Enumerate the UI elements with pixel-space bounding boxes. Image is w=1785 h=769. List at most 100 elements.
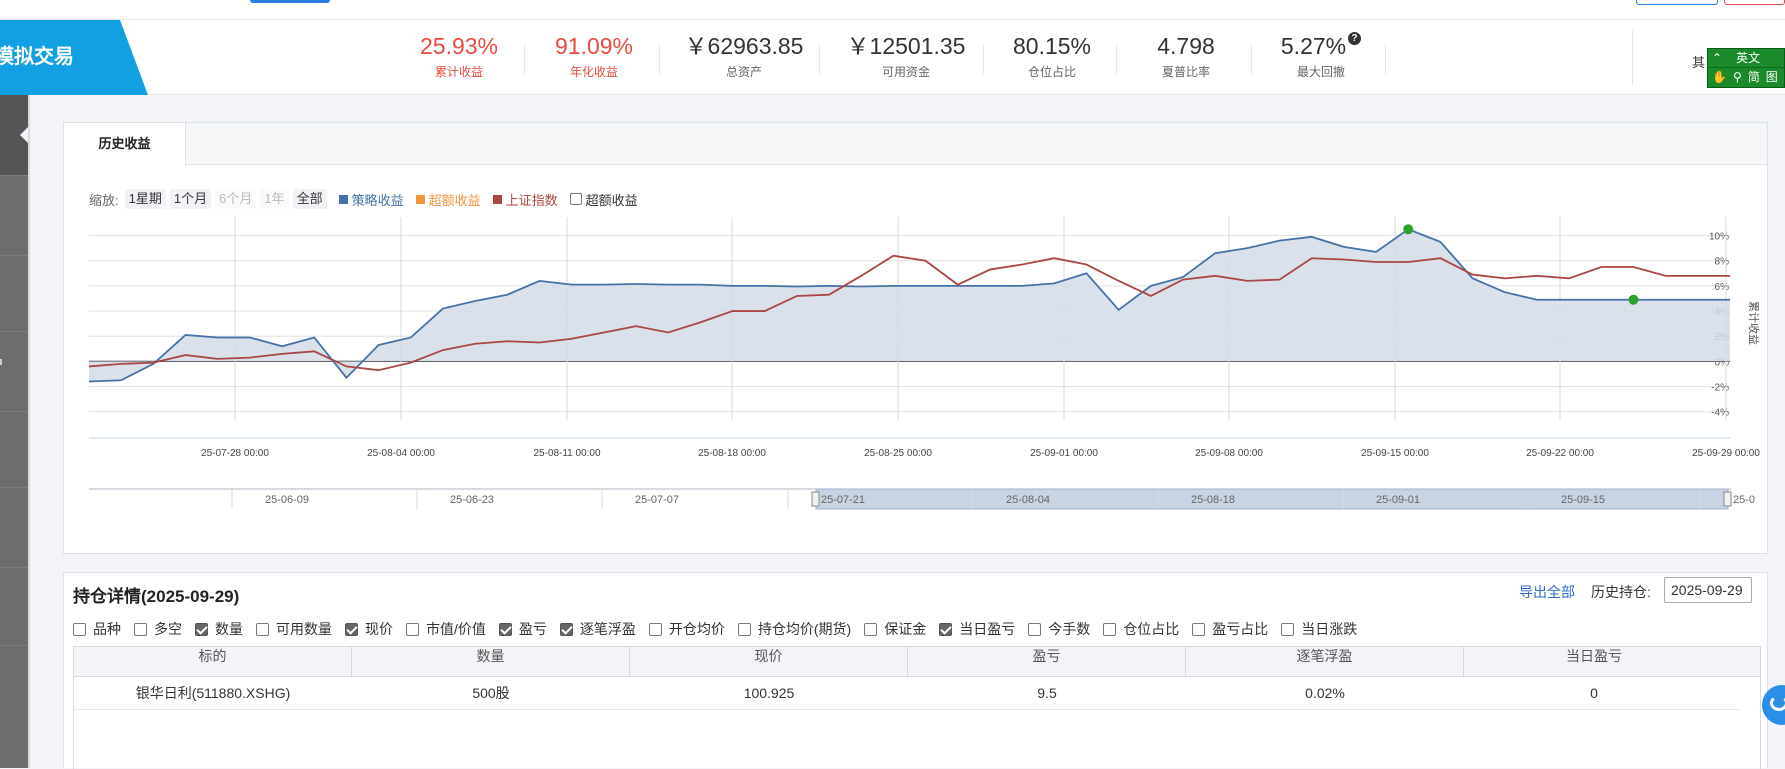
table-cell: 0.02% [1305,685,1345,701]
stat-value: 80.15% [1012,33,1091,59]
sidebar [0,95,28,768]
checkbox[interactable] [498,622,512,636]
translate-widget[interactable]: ⌃ 英文 ✋ ⚲ 简 图 [1707,48,1785,88]
translate-row-language[interactable]: ⌃ 英文 [1708,49,1784,68]
navigator-label: 25-0 [1733,494,1755,506]
stat-annual-return: 91.09% 年化收益 [526,32,662,80]
navigator-label: 25-06-09 [265,494,309,506]
brand-logo[interactable]: 模拟交易 [0,20,148,95]
column-toggle-label: 今手数 [1048,621,1091,637]
expand-icon[interactable]: ⌃ [1712,49,1722,68]
column-header[interactable]: 数量 [352,647,630,676]
column-header[interactable]: 盈亏 [908,647,1186,676]
holdings-table: 标的 数量 现价 盈亏 逐笔浮盈 当日盈亏 银华日利(511880.XSHG) 500股 10… [73,646,1761,769]
column-header[interactable]: 逐笔浮盈 [1186,647,1464,676]
column-toggle-label: 可用数量 [276,621,332,637]
translate-row-tools[interactable]: ✋ ⚲ 简 图 [1708,68,1784,87]
column-toggle[interactable]: 现价 [345,619,393,639]
column-toggle[interactable]: 当日盈亏 [939,619,1015,639]
stat-value: 5.27% [1280,33,1347,59]
column-toggle[interactable]: 开仓均价 [648,619,725,639]
column-toggle-label: 保证金 [884,621,927,637]
checkbox[interactable] [1028,622,1042,636]
column-toggle[interactable]: 可用数量 [256,619,332,639]
holdings-panel: 持仓详情(2025-09-29) 导出全部 历史持仓: 品种多空数量可用数量现价… [63,572,1768,769]
checkbox[interactable] [648,622,662,636]
top-tab-active[interactable] [250,0,330,3]
sidebar-divider [0,567,28,568]
checkbox[interactable] [1281,622,1295,636]
navigator-label: 25-09-01 [1376,494,1420,506]
stat-divider [524,44,525,74]
translate-mode[interactable]: 简 [1748,68,1760,87]
stat-position-ratio: 80.15% 仓位占比 [984,32,1120,80]
checkbox[interactable] [864,622,878,636]
search-icon[interactable]: ⚲ [1733,68,1742,87]
stat-value: 25.93% [419,33,498,59]
history-chart[interactable]: 10%8%6%4%2%0%-2%-4%25-07-28 00:0025-08-0… [64,123,1769,555]
table-cell: 0 [1590,685,1598,701]
column-toggle-label: 盈亏 [518,621,547,637]
column-header[interactable]: 标的 [74,647,352,676]
export-all-link[interactable]: 导出全部 [1519,582,1575,602]
x-tick-label: 25-09-15 00:00 [1361,448,1429,459]
checkbox[interactable] [345,622,358,636]
column-toggle[interactable]: 市值/价值 [406,619,486,639]
column-toggle[interactable]: 保证金 [864,619,926,639]
navigator-label: 25-09-15 [1561,494,1605,506]
column-toggle[interactable]: 逐笔浮盈 [559,619,636,639]
top-button-2[interactable] [1724,0,1785,5]
column-header[interactable]: 当日盈亏 [1464,647,1724,676]
column-toggle-label: 多空 [154,621,182,637]
checkbox[interactable] [256,622,269,636]
column-toggle[interactable]: 数量 [195,619,243,639]
column-toggle[interactable]: 仓位占比 [1103,619,1179,639]
sidebar-edge [28,95,30,768]
stat-divider [1251,44,1252,74]
translate-extra[interactable]: 图 [1766,68,1778,87]
checkbox[interactable] [559,622,573,636]
column-toggle[interactable]: 当日涨跌 [1281,619,1357,639]
checkbox[interactable] [1192,622,1206,636]
checkbox[interactable] [195,622,208,636]
table-row[interactable]: 银华日利(511880.XSHG) 500股 100.925 9.5 0.02% 0 [74,677,1742,710]
strategy-area [89,229,1730,382]
stat-divider [1385,44,1386,74]
stat-total-assets: ￥62963.85 总资产 [676,32,812,80]
column-toggle[interactable]: 今手数 [1028,619,1090,639]
translate-language[interactable]: 英文 [1736,49,1760,68]
checkbox[interactable] [73,622,86,636]
column-toggle[interactable]: 持仓均价(期货) [737,619,851,639]
stat-value: 4.798 [1157,33,1215,59]
y-tick-label: 8% [1715,257,1730,268]
help-icon[interactable]: ? [1348,32,1362,45]
column-toggle[interactable]: 品种 [73,619,121,639]
history-date-input[interactable] [1664,577,1752,603]
column-toggle-label: 当日涨跌 [1301,621,1358,637]
stat-max-drawdown: 5.27%? 最大回撤 [1253,32,1389,80]
other-label[interactable]: 其 [1692,52,1705,71]
table-cell: 9.5 [1037,685,1057,701]
sidebar-divider [0,255,28,256]
column-toggle-label: 仓位占比 [1123,621,1180,637]
stat-divider [1116,44,1117,74]
checkbox[interactable] [1103,622,1117,636]
stat-label: 仓位占比 [1027,65,1076,79]
hand-icon[interactable]: ✋ [1712,68,1727,87]
checkbox[interactable] [406,622,419,636]
top-button-1[interactable] [1636,0,1718,5]
column-toggle[interactable]: 盈亏 [498,619,547,639]
x-tick-label: 25-07-28 00:00 [201,448,269,459]
y-tick-label: 6% [1715,282,1730,293]
column-toggles: 品种 多空 数量 可用数量 现价 市值/价值 盈亏 逐笔浮盈 开仓均价 持仓均价(期货) 保证金 当日… [73,619,1370,639]
stat-value-wrap: 5.27%? [1253,32,1389,60]
stat-sharpe: 4.798 夏普比率 [1118,32,1254,80]
checkbox[interactable] [939,622,953,636]
column-toggle[interactable]: 多空 [134,619,182,639]
checkbox[interactable] [737,622,751,636]
table-header: 标的 数量 现价 盈亏 逐笔浮盈 当日盈亏 [74,647,1760,677]
column-toggle[interactable]: 盈亏占比 [1192,619,1268,639]
column-header[interactable]: 现价 [630,647,908,676]
checkbox[interactable] [134,622,147,636]
stat-label: 总资产 [725,65,762,79]
